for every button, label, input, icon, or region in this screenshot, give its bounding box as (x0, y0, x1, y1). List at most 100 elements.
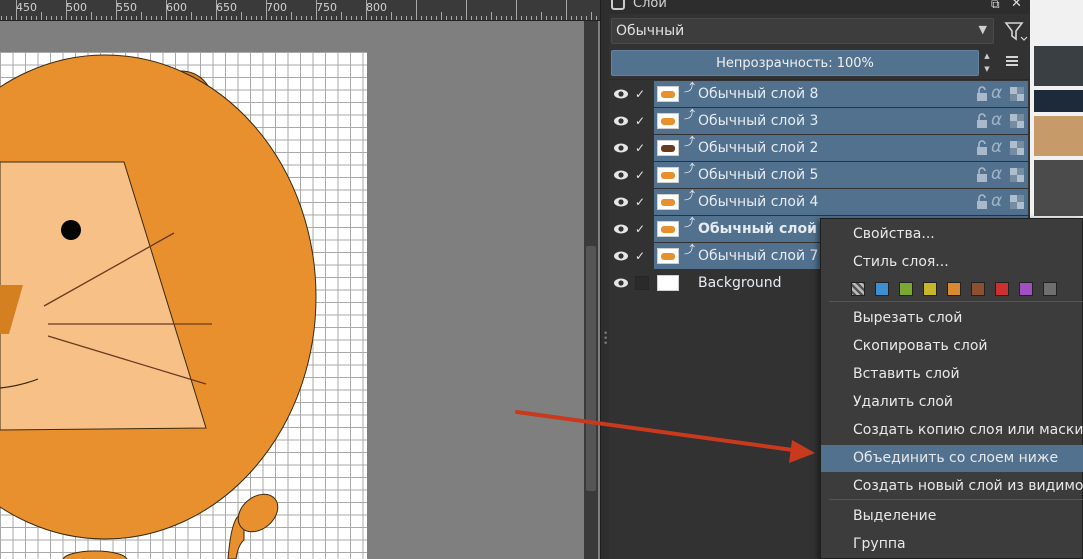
layer-name[interactable]: Обычный слой 3 (698, 113, 818, 129)
background-thumbnail (1034, 116, 1083, 156)
layer-name[interactable]: Обычный слой 8 (698, 86, 818, 102)
menu-item[interactable]: Выделение (821, 503, 1083, 530)
layer-row[interactable]: ✓ ⤴ Обычный слой 2 α (609, 135, 1030, 162)
alpha-lock-icon[interactable]: α (991, 137, 1002, 157)
ruler-tick (176, 16, 177, 20)
inherit-alpha-icon[interactable] (1010, 195, 1024, 209)
ruler-tick (551, 16, 552, 20)
menu-item[interactable]: Удалить слой (821, 389, 1083, 416)
lock-icon[interactable] (975, 194, 989, 210)
checkmark-icon[interactable]: ✓ (635, 195, 649, 209)
checkmark-icon[interactable]: ✓ (635, 222, 649, 236)
color-label-swatch[interactable] (947, 282, 961, 296)
checkmark-icon[interactable]: ✓ (635, 114, 649, 128)
ruler-tick (341, 12, 342, 20)
ruler-tick (561, 16, 562, 20)
ruler-tick (496, 16, 497, 20)
ruler-tick (526, 16, 527, 20)
eye-icon[interactable] (613, 168, 629, 182)
ruler-tick (121, 16, 122, 20)
opacity-spin-arrows-icon[interactable]: ▲ ▼ (980, 50, 994, 76)
opacity-slider[interactable]: Непрозрачность: 100% (611, 50, 979, 76)
menu-item-label: Группа (853, 536, 906, 552)
eye-icon[interactable] (613, 276, 629, 290)
color-label-swatch[interactable] (1043, 282, 1057, 296)
menu-icon[interactable] (1004, 54, 1020, 70)
menu-item[interactable]: Создать копию слоя или маски (821, 417, 1083, 444)
canvas-area[interactable]: 450 500 550 600 650 700 750 800 (0, 0, 600, 559)
ruler-tick (351, 16, 352, 20)
float-icon[interactable]: ⧉ (991, 0, 1000, 12)
ruler-tick (256, 16, 257, 20)
ruler-tick (511, 16, 512, 20)
eye-icon[interactable] (613, 114, 629, 128)
lock-icon[interactable] (975, 140, 989, 156)
layer-name[interactable]: Обычный слой 6 (698, 221, 832, 237)
eye-icon[interactable] (613, 87, 629, 101)
eye-icon[interactable] (613, 222, 629, 236)
link-icon: ⤴ (684, 162, 695, 175)
lock-icon[interactable] (975, 167, 989, 183)
unchecked-box[interactable] (635, 276, 649, 290)
ruler-tick (126, 16, 127, 20)
layers-docker-icon (611, 0, 625, 10)
menu-item[interactable]: Вставить слой (821, 361, 1083, 388)
layer-name[interactable]: Обычный слой 5 (698, 167, 818, 183)
inherit-alpha-icon[interactable] (1010, 87, 1024, 101)
layer-name[interactable]: Обычный слой 2 (698, 140, 818, 156)
lock-icon[interactable] (975, 113, 989, 129)
lock-icon[interactable] (975, 86, 989, 102)
color-label-swatch[interactable] (971, 282, 985, 296)
inherit-alpha-icon[interactable] (1010, 114, 1024, 128)
blend-mode-select[interactable]: Обычный ▼ (611, 18, 994, 44)
layer-thumbnail (657, 167, 679, 183)
alpha-lock-icon[interactable]: α (991, 110, 1002, 130)
menu-item[interactable]: Объединить со слоем ниже (821, 445, 1083, 472)
link-icon: ⤴ (684, 243, 695, 256)
checkmark-icon[interactable]: ✓ (635, 87, 649, 101)
color-label-swatch[interactable] (923, 282, 937, 296)
ruler-tick (261, 16, 262, 20)
layer-row[interactable]: ✓ ⤴ Обычный слой 8 α (609, 81, 1030, 108)
layer-name[interactable]: Обычный слой 7 (698, 248, 818, 264)
inherit-alpha-icon[interactable] (1010, 141, 1024, 155)
color-label-swatch[interactable] (995, 282, 1009, 296)
menu-item-label: Удалить слой (853, 394, 954, 410)
alpha-lock-icon[interactable]: α (991, 191, 1002, 211)
color-label-swatch[interactable] (1019, 282, 1033, 296)
menu-item[interactable]: Создать новый слой из видимого (821, 473, 1083, 500)
eye-icon[interactable] (613, 141, 629, 155)
splitter-grip-icon[interactable]: • • • (603, 330, 608, 352)
menu-item[interactable]: Скопировать слой (821, 333, 1083, 360)
color-label-swatch[interactable] (875, 282, 889, 296)
app-window: 450 500 550 600 650 700 750 800 • • • Сл… (0, 0, 1083, 559)
menu-item[interactable]: Стиль слоя... (821, 249, 1083, 276)
filter-icon[interactable] (1002, 18, 1028, 44)
layer-name[interactable]: Обычный слой 4 (698, 194, 818, 210)
color-label-swatch[interactable] (899, 282, 913, 296)
checkmark-icon[interactable]: ✓ (635, 141, 649, 155)
eye-icon[interactable] (613, 249, 629, 263)
alpha-lock-icon[interactable]: α (991, 164, 1002, 184)
ruler-tick (421, 16, 422, 20)
alpha-lock-icon[interactable]: α (991, 83, 1002, 103)
layer-row[interactable]: ✓ ⤴ Обычный слой 5 α (609, 162, 1030, 189)
checkmark-icon[interactable]: ✓ (635, 249, 649, 263)
link-icon: ⤴ (684, 108, 695, 121)
dock-splitter[interactable] (600, 0, 609, 559)
close-icon[interactable]: ✕ (1011, 0, 1022, 11)
layer-row[interactable]: ✓ ⤴ Обычный слой 4 α (609, 189, 1030, 216)
inherit-alpha-icon[interactable] (1010, 168, 1024, 182)
menu-item[interactable]: Свойства... (821, 221, 1083, 248)
ruler-tick (86, 16, 87, 20)
no-color-label-swatch[interactable] (851, 282, 865, 296)
layer-name[interactable]: Background (698, 275, 782, 291)
ruler-tick (141, 12, 142, 20)
layer-thumbnail (657, 221, 679, 237)
menu-item[interactable]: Вырезать слой (821, 305, 1083, 332)
checkmark-icon[interactable]: ✓ (635, 168, 649, 182)
layer-row[interactable]: ✓ ⤴ Обычный слой 3 α (609, 108, 1030, 135)
eye-icon[interactable] (613, 195, 629, 209)
canvas-scrollbar-thumb[interactable] (586, 246, 596, 491)
menu-item[interactable]: Группа (821, 531, 1083, 558)
